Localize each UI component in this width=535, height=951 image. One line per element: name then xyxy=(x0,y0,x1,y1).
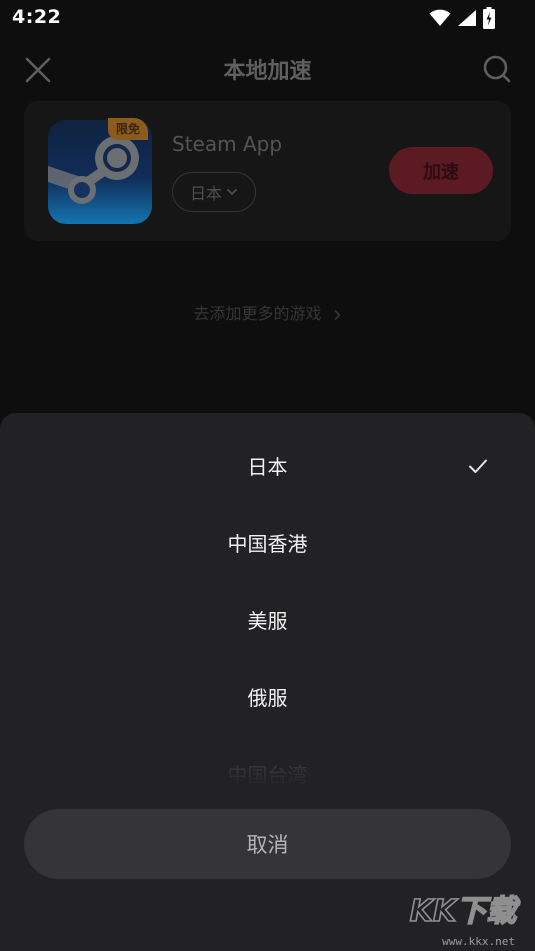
svg-text:KK下载: KK下载 xyxy=(410,894,520,929)
app-screen: 4:22 本地加速 限免 Steam App 日本 加速 去添加更多的游戏 日本… xyxy=(0,0,535,951)
battery-charging-icon xyxy=(483,7,495,29)
region-selector-label: 日本 xyxy=(189,184,222,203)
status-icons xyxy=(429,7,495,29)
region-option-us[interactable]: 美服 xyxy=(0,581,535,658)
region-option-hongkong[interactable]: 中国香港 xyxy=(0,504,535,581)
page-title: 本地加速 xyxy=(223,59,312,84)
region-bottom-sheet: 日本 中国香港 美服 俄服 中国台湾 取消 xyxy=(0,413,535,951)
region-option-taiwan[interactable]: 中国台湾 xyxy=(0,735,535,787)
chevron-down-icon xyxy=(226,188,238,196)
game-card: 限免 Steam App 日本 加速 xyxy=(24,101,511,241)
status-time: 4:22 xyxy=(12,6,62,28)
cancel-button[interactable]: 取消 xyxy=(24,809,511,879)
region-option-label: 俄服 xyxy=(247,686,288,710)
wifi-icon xyxy=(429,9,451,26)
region-option-label: 中国台湾 xyxy=(227,763,308,787)
watermark-url: www.kkx.net xyxy=(442,935,515,948)
add-more-games-label: 去添加更多的游戏 xyxy=(193,304,322,323)
search-icon xyxy=(483,55,511,83)
region-option-label: 日本 xyxy=(247,455,288,479)
search-button[interactable] xyxy=(481,53,513,85)
game-name: Steam App xyxy=(172,132,283,156)
region-list[interactable]: 日本 中国香港 美服 俄服 中国台湾 xyxy=(0,427,535,787)
region-option-label: 美服 xyxy=(247,609,288,633)
status-bar: 4:22 xyxy=(0,0,535,36)
accelerate-button[interactable]: 加速 xyxy=(389,147,493,194)
region-option-russia[interactable]: 俄服 xyxy=(0,658,535,735)
add-more-games-link[interactable]: 去添加更多的游戏 xyxy=(0,300,535,324)
app-header: 本地加速 xyxy=(0,40,535,98)
free-badge: 限免 xyxy=(108,118,149,140)
region-option-japan[interactable]: 日本 xyxy=(0,427,535,504)
region-selector[interactable]: 日本 xyxy=(172,172,256,212)
region-option-label: 中国香港 xyxy=(227,532,308,556)
signal-icon xyxy=(458,10,476,26)
chevron-right-icon xyxy=(333,309,341,320)
check-icon xyxy=(469,459,487,473)
